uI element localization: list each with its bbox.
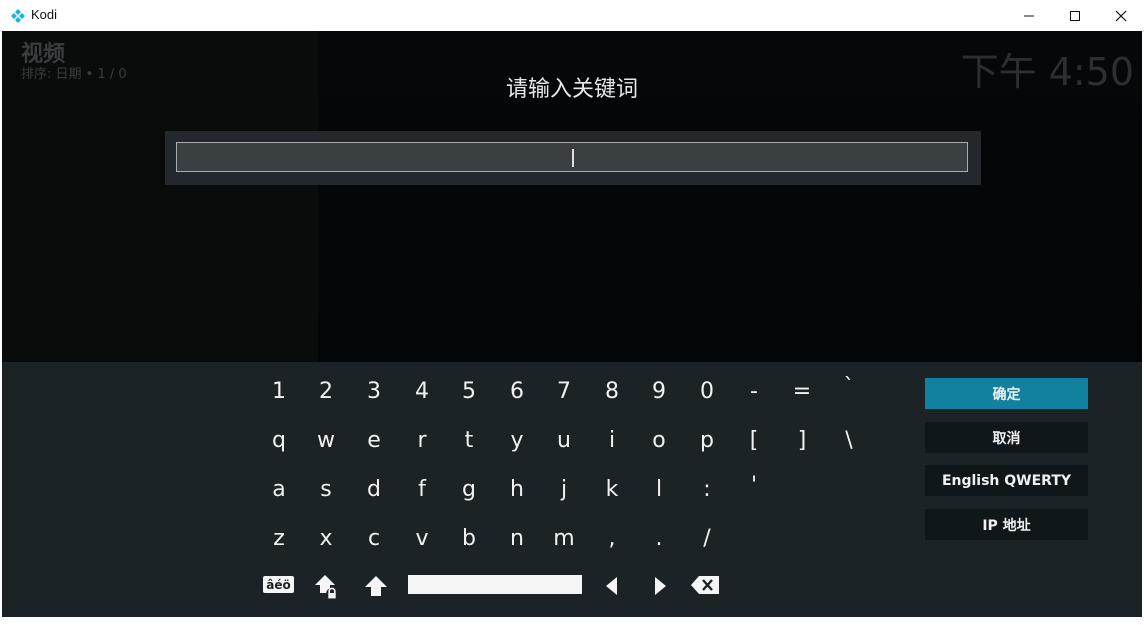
key-b[interactable]: b — [448, 519, 490, 557]
key-e[interactable]: e — [353, 421, 395, 459]
cursor-right-key[interactable] — [650, 575, 670, 597]
key-o[interactable]: o — [638, 421, 680, 459]
close-icon — [1115, 10, 1127, 21]
symbols-key-label: âéö — [266, 577, 291, 592]
key-1[interactable]: 1 — [258, 372, 300, 410]
kodi-logo-icon — [11, 9, 25, 23]
key-q[interactable]: q — [258, 421, 300, 459]
minimize-icon — [1024, 15, 1034, 16]
key-u[interactable]: u — [543, 421, 585, 459]
key-equals[interactable]: = — [781, 372, 823, 410]
shift-key[interactable] — [363, 574, 389, 598]
key-c[interactable]: c — [353, 519, 395, 557]
key-9[interactable]: 9 — [638, 372, 680, 410]
shift-icon — [365, 576, 387, 596]
symbols-key[interactable]: âéö — [263, 576, 294, 593]
key-minus[interactable]: - — [733, 372, 775, 410]
ok-button[interactable]: 确定 — [925, 378, 1088, 409]
key-v[interactable]: v — [401, 519, 443, 557]
input-panel — [165, 131, 981, 185]
key-j[interactable]: j — [543, 470, 585, 508]
key-0[interactable]: 0 — [686, 372, 728, 410]
key-y[interactable]: y — [496, 421, 538, 459]
keyword-input[interactable] — [176, 142, 968, 172]
key-7[interactable]: 7 — [543, 372, 585, 410]
key-bracket-right[interactable]: ] — [781, 421, 823, 459]
kodi-app: 视频 排序: 日期 • 1 / 0 下午 4:50 请输入关键词 1 2 3 4… — [2, 31, 1142, 617]
window-titlebar: Kodi — [0, 0, 1144, 32]
window-bottom-edge — [0, 617, 1144, 625]
key-d[interactable]: d — [353, 470, 395, 508]
cursor-left-key[interactable] — [602, 575, 622, 597]
key-5[interactable]: 5 — [448, 372, 490, 410]
key-n[interactable]: n — [496, 519, 538, 557]
arrow-left-icon — [606, 577, 617, 595]
key-backslash[interactable]: \ — [828, 421, 870, 459]
key-colon[interactable]: : — [686, 470, 728, 508]
key-w[interactable]: w — [305, 421, 347, 459]
maximize-button[interactable] — [1052, 0, 1098, 31]
key-slash[interactable]: / — [686, 519, 728, 557]
caps-lock-icon — [315, 575, 338, 600]
key-i[interactable]: i — [591, 421, 633, 459]
minimize-button[interactable] — [1006, 0, 1052, 31]
key-a[interactable]: a — [258, 470, 300, 508]
close-button[interactable] — [1098, 0, 1144, 31]
key-z[interactable]: z — [258, 519, 300, 557]
key-s[interactable]: s — [305, 470, 347, 508]
cancel-button[interactable]: 取消 — [925, 422, 1088, 453]
key-k[interactable]: k — [591, 470, 633, 508]
key-x[interactable]: x — [305, 519, 347, 557]
layout-button[interactable]: English QWERTY — [925, 465, 1088, 496]
key-t[interactable]: t — [448, 421, 490, 459]
key-period[interactable]: . — [638, 519, 680, 557]
key-g[interactable]: g — [448, 470, 490, 508]
key-4[interactable]: 4 — [401, 372, 443, 410]
backspace-key[interactable] — [690, 575, 720, 595]
key-apostrophe[interactable]: ' — [733, 466, 775, 504]
key-p[interactable]: p — [686, 421, 728, 459]
dialog-title: 请输入关键词 — [505, 77, 638, 102]
arrow-right-icon — [655, 577, 666, 595]
window-title: Kodi — [31, 7, 58, 22]
key-8[interactable]: 8 — [591, 372, 633, 410]
key-r[interactable]: r — [401, 421, 443, 459]
ip-address-button[interactable]: IP 地址 — [925, 509, 1088, 540]
text-caret — [572, 149, 574, 167]
key-2[interactable]: 2 — [305, 372, 347, 410]
caps-lock-key[interactable] — [312, 572, 342, 602]
maximize-icon — [1070, 10, 1080, 21]
key-backtick[interactable]: ` — [828, 368, 870, 406]
key-comma[interactable]: , — [591, 519, 633, 557]
keyboard-panel: 1 2 3 4 5 6 7 8 9 0 - = ` q w e r t y u … — [2, 362, 1142, 617]
key-f[interactable]: f — [401, 470, 443, 508]
space-bar[interactable] — [408, 575, 582, 594]
key-h[interactable]: h — [496, 470, 538, 508]
key-6[interactable]: 6 — [496, 372, 538, 410]
key-3[interactable]: 3 — [353, 372, 395, 410]
key-m[interactable]: m — [543, 519, 585, 557]
key-bracket-left[interactable]: [ — [733, 421, 775, 459]
key-l[interactable]: l — [638, 470, 680, 508]
backspace-icon — [691, 576, 719, 594]
